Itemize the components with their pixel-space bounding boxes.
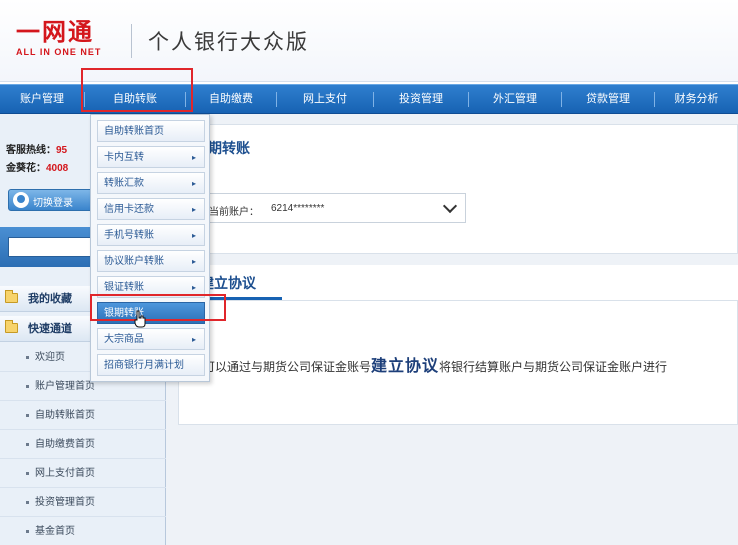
sidebar-link-online-pay-home[interactable]: 网上支付首页 [0, 460, 166, 488]
description-before: 可以通过与期货公司保证金账号 [203, 360, 372, 374]
submenu-arrow-icon: ▸ [191, 335, 196, 344]
hotline: 客服热线：95 [6, 141, 67, 156]
folder-icon [5, 290, 18, 303]
submenu-arrow-icon: ▸ [191, 205, 196, 214]
sidebar-link-fund-home[interactable]: 基金首页 [0, 518, 166, 545]
menu-item-credit-card-repay[interactable]: 信用卡还款 ▸ [97, 198, 205, 220]
vip-hotline-number: 4008 [46, 163, 69, 174]
sidebar-link-transfer-home[interactable]: 自助转账首页 [0, 402, 166, 430]
sidebar-link-label: 网上支付首页 [35, 468, 95, 479]
logo[interactable]: 一网通 ALL IN ONE NET [16, 18, 120, 58]
account-panel [178, 124, 738, 254]
account-label: 当前账户： [209, 207, 259, 218]
description-text: 可以通过与期货公司保证金账号建立协议将银行结算账户与期货公司保证金账户进行 [203, 352, 667, 376]
menu-item-futures-transfer[interactable]: 银期转账 [97, 302, 205, 324]
menu-item-transfer-home[interactable]: 自助转账首页 [97, 120, 205, 142]
tab-strip [178, 265, 738, 301]
main-nav: 账户管理 自助转账 自助缴费 网上支付 投资管理 外汇管理 贷款管理 财务分析 [0, 84, 738, 114]
bullet-icon [26, 472, 29, 475]
submenu-arrow-icon: ▸ [191, 153, 196, 162]
nav-item-finance[interactable]: 财务分析 [655, 85, 738, 113]
logo-subtext: ALL IN ONE NET [16, 47, 102, 57]
chevron-down-icon [442, 198, 458, 214]
logo-text: 一网通 [16, 18, 94, 46]
vip-hotline: 金葵花：4008 [6, 159, 68, 174]
bullet-icon [26, 501, 29, 504]
description-after: 将银行结算账户与期货公司保证金账户进行 [439, 360, 668, 374]
sidebar-group-label: 我的收藏 [28, 293, 72, 305]
hotline-number: 95 [56, 145, 68, 156]
menu-item-monthly-plan[interactable]: 招商银行月满计划 [97, 354, 205, 376]
menu-item-label: 招商银行月满计划 [104, 360, 184, 371]
description-emphasis: 建立协议 [371, 358, 440, 375]
bullet-icon [26, 356, 29, 359]
nav-item-forex[interactable]: 外汇管理 [469, 85, 561, 113]
submenu-arrow-icon: ▸ [191, 231, 196, 240]
menu-item-label: 信用卡还款 [104, 204, 154, 215]
nav-item-online-pay[interactable]: 网上支付 [277, 85, 373, 113]
menu-item-securities-transfer[interactable]: 银证转账 ▸ [97, 276, 205, 298]
folder-icon [5, 320, 18, 333]
sidebar-link-label: 投资管理首页 [35, 497, 95, 508]
submenu-arrow-icon: ▸ [191, 179, 196, 188]
nav-item-transfer[interactable]: 自助转账 [85, 85, 185, 113]
submenu-arrow-icon: ▸ [191, 283, 196, 292]
switch-login-label: 切换登录 [33, 198, 73, 209]
header-divider [131, 24, 132, 58]
submenu-arrow-icon: ▸ [191, 257, 196, 266]
bullet-icon [26, 443, 29, 446]
account-select[interactable]: 当前账户： 6214******** [196, 193, 466, 223]
menu-item-remittance[interactable]: 转账汇款 ▸ [97, 172, 205, 194]
menu-item-label: 银证转账 [104, 282, 144, 293]
page-header-title: 个人银行大众版 [148, 30, 309, 54]
menu-item-label: 转账汇款 [104, 178, 144, 189]
sidebar-link-label: 欢迎页 [35, 352, 65, 363]
hotline-label: 客服热线： [6, 145, 56, 156]
menu-item-label: 手机号转账 [104, 230, 154, 241]
bullet-icon [26, 414, 29, 417]
page-title: 期转账 [208, 140, 250, 156]
bullet-icon [26, 530, 29, 533]
sidebar-link-payment-home[interactable]: 自助缴费首页 [0, 431, 166, 459]
sidebar-link-investment-home[interactable]: 投资管理首页 [0, 489, 166, 517]
nav-item-account[interactable]: 账户管理 [0, 85, 84, 113]
sidebar-group-label: 快速通道 [28, 323, 72, 335]
bullet-icon [26, 385, 29, 388]
menu-item-card-transfer[interactable]: 卡内互转 ▸ [97, 146, 205, 168]
transfer-dropdown-menu: 自助转账首页 卡内互转 ▸ 转账汇款 ▸ 信用卡还款 ▸ 手机号转账 ▸ 协议账户转账 ▸… [90, 114, 210, 382]
vip-hotline-label: 金葵花： [6, 163, 46, 174]
account-value: 6214******** [271, 203, 325, 214]
menu-item-label: 自助转账首页 [104, 126, 164, 137]
user-icon [13, 192, 29, 208]
menu-item-label: 卡内互转 [104, 152, 144, 163]
menu-item-label: 大宗商品 [104, 334, 144, 345]
sidebar-link-label: 基金首页 [35, 526, 75, 537]
sidebar-link-label: 自助转账首页 [35, 410, 95, 421]
nav-item-payment[interactable]: 自助缴费 [186, 85, 276, 113]
menu-item-commodities[interactable]: 大宗商品 ▸ [97, 328, 205, 350]
menu-item-label: 协议账户转账 [104, 256, 164, 267]
sidebar-link-label: 自助缴费首页 [35, 439, 95, 450]
hand-cursor-icon [134, 310, 146, 328]
header: 一网通 ALL IN ONE NET 个人银行大众版 [0, 0, 738, 82]
switch-login-button[interactable]: 切换登录 [8, 189, 98, 211]
menu-item-phone-transfer[interactable]: 手机号转账 ▸ [97, 224, 205, 246]
nav-item-loan[interactable]: 贷款管理 [562, 85, 654, 113]
menu-item-agreement-transfer[interactable]: 协议账户转账 ▸ [97, 250, 205, 272]
nav-item-investment[interactable]: 投资管理 [374, 85, 468, 113]
sidebar-link-label: 账户管理首页 [35, 381, 95, 392]
